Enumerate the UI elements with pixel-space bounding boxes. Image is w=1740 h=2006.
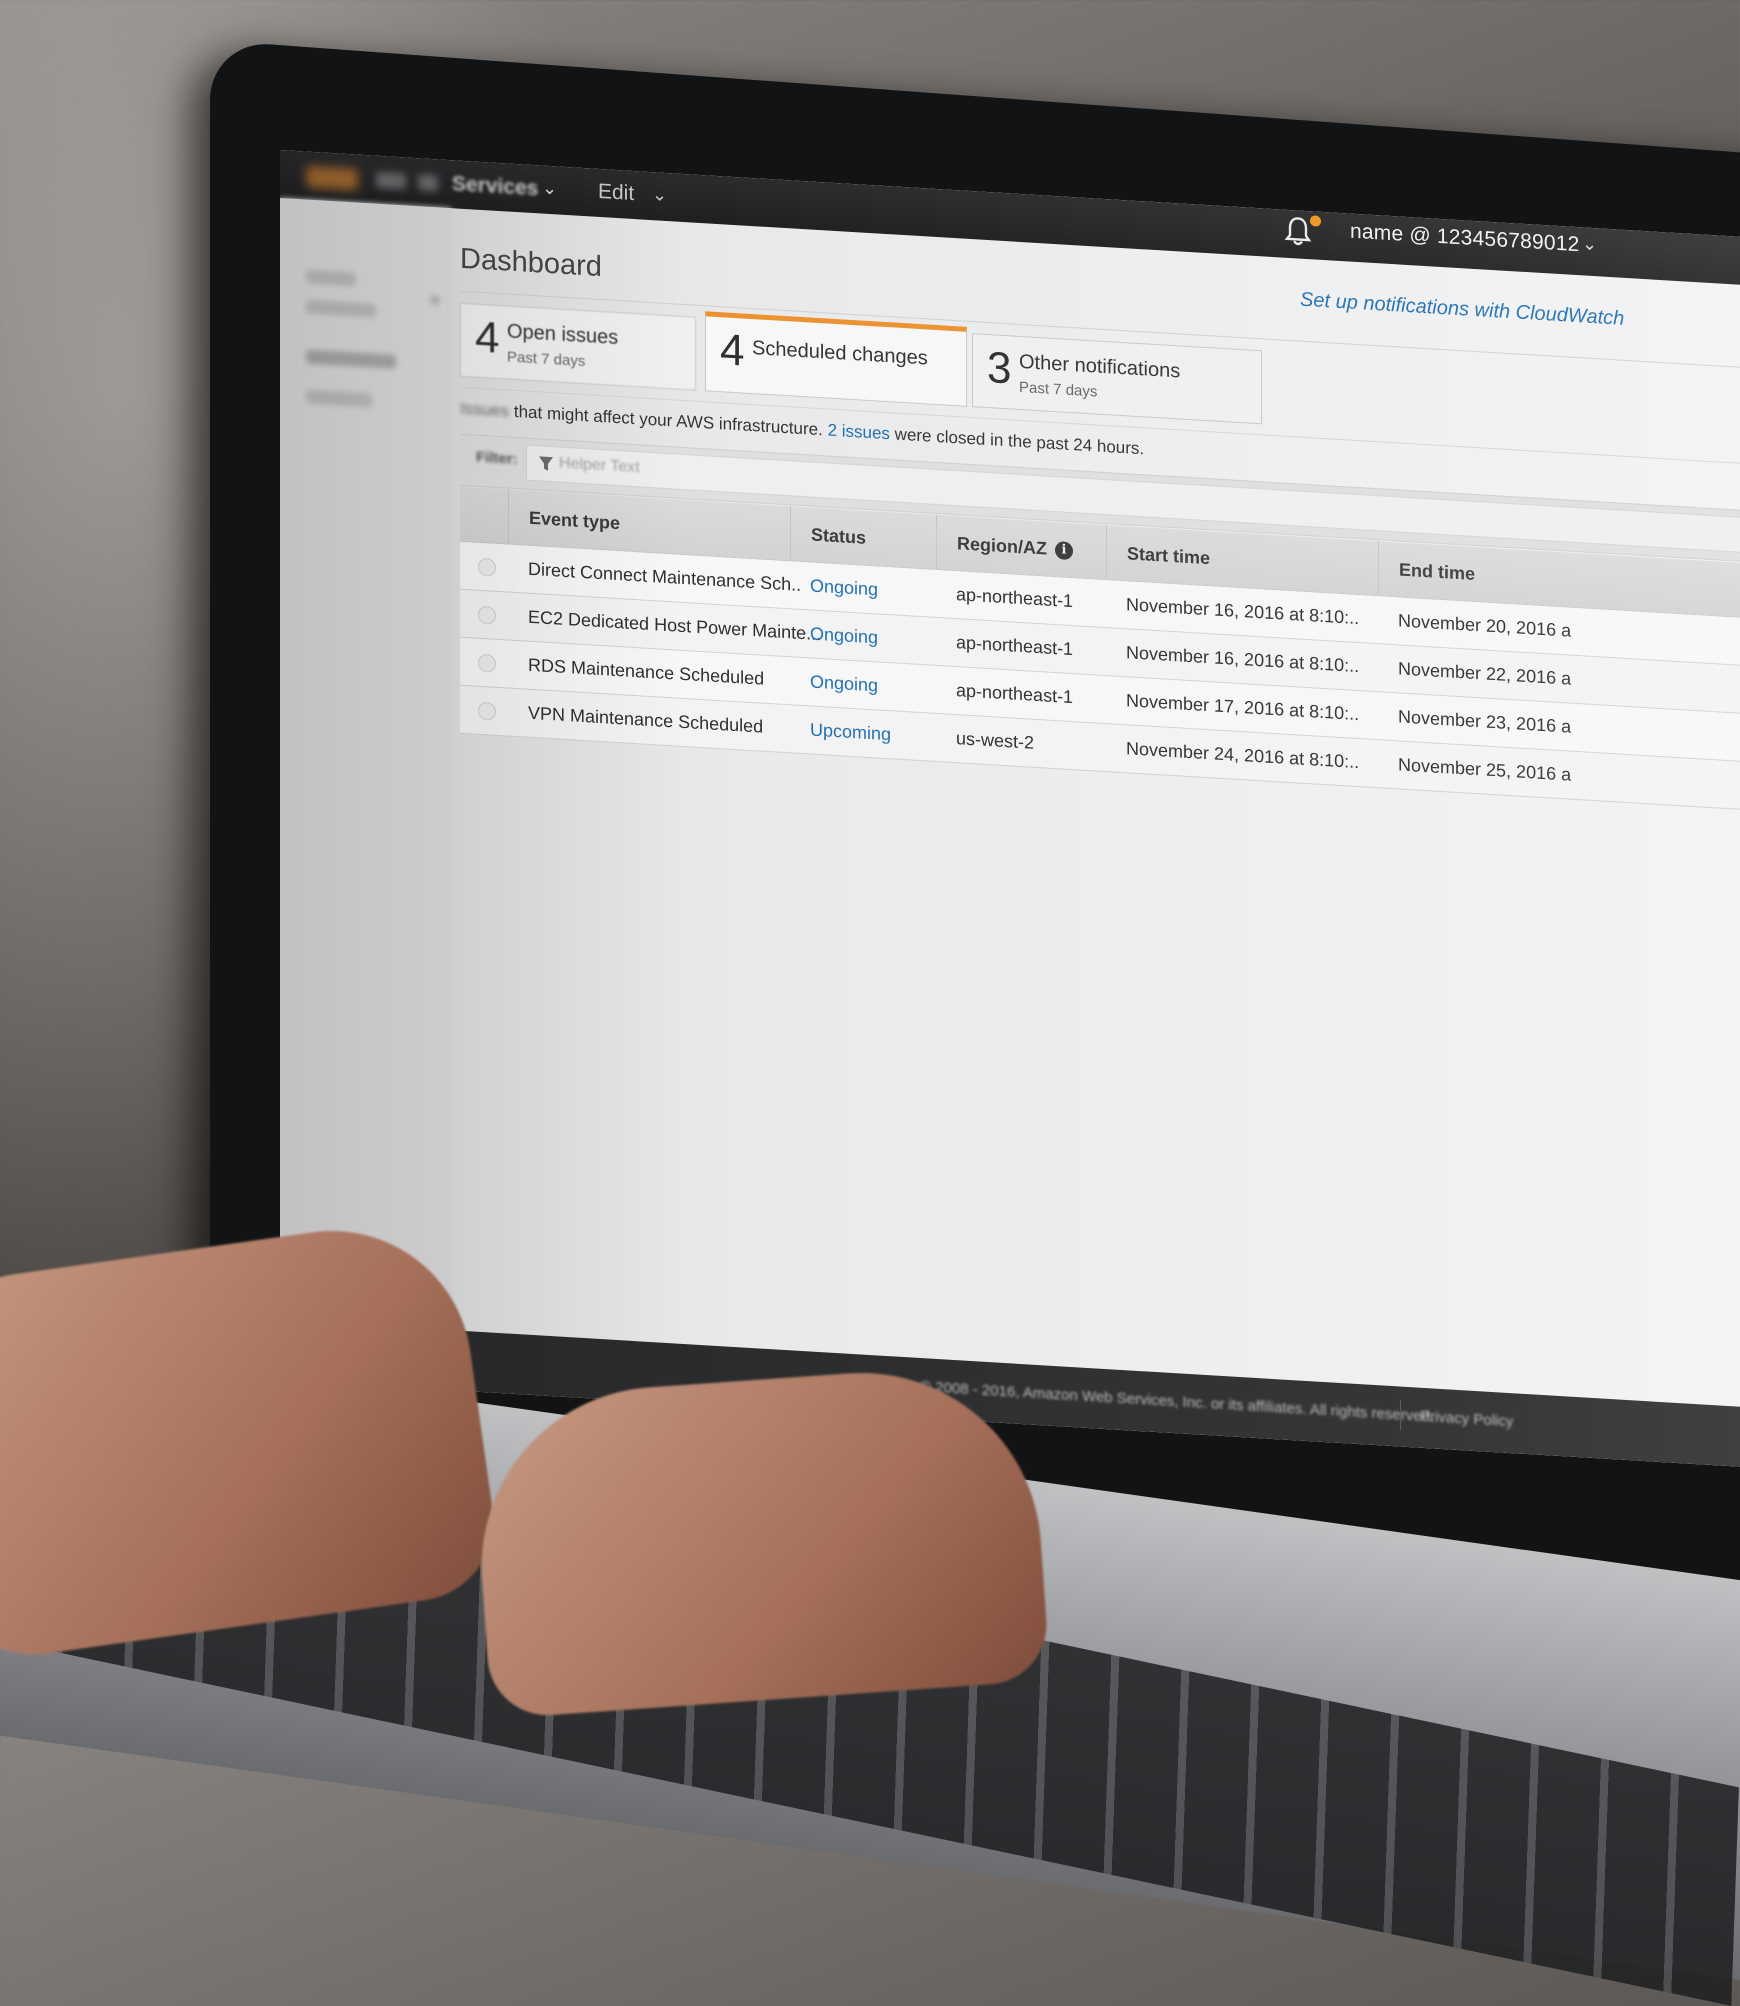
cell-status[interactable]: Upcoming	[790, 705, 936, 761]
services-menu[interactable]: Services	[452, 172, 538, 201]
cloudwatch-notifications-link[interactable]: Set up notifications with CloudWatch	[1300, 289, 1624, 331]
card-count: 4	[720, 325, 745, 376]
bell-icon[interactable]	[1284, 214, 1312, 250]
column-header-region[interactable]: Region/AZ i	[936, 514, 1106, 580]
scheduled-changes-card[interactable]: 4 Scheduled changes	[705, 311, 967, 407]
column-header-status[interactable]: Status	[790, 506, 936, 569]
chevron-down-icon[interactable]: ⌄	[652, 184, 667, 206]
cell-status[interactable]: Ongoing	[790, 609, 936, 665]
cell-status[interactable]: Ongoing	[790, 561, 936, 617]
footer-divider	[1400, 1400, 1401, 1431]
cell-status[interactable]: Ongoing	[790, 657, 936, 713]
row-select[interactable]	[460, 542, 508, 592]
filter-placeholder: Helper Text	[559, 454, 640, 477]
row-select[interactable]	[460, 638, 508, 688]
column-header-region-label: Region/AZ	[957, 533, 1047, 559]
closed-issues-link[interactable]: 2 issues	[828, 421, 890, 444]
nav-blurred-item	[376, 171, 406, 190]
row-radio[interactable]	[478, 557, 496, 577]
row-select[interactable]	[460, 686, 508, 736]
funnel-icon	[539, 456, 553, 471]
aws-logo[interactable]	[306, 165, 358, 191]
edit-menu[interactable]: Edit	[598, 180, 634, 206]
copyright-text: © 2008 - 2016, Amazon Web Services, Inc.…	[920, 1378, 1435, 1426]
filter-label: Filter:	[476, 448, 518, 469]
screen: Services ⌄ Edit ⌄ name @ 123456789012 ⌄ …	[280, 150, 1740, 1477]
chevron-down-icon[interactable]: ⌄	[1582, 233, 1597, 255]
row-select[interactable]	[460, 590, 508, 640]
sidebar-item[interactable]	[306, 349, 396, 369]
card-count: 4	[475, 312, 500, 364]
info-text-suffix: were closed in the past 24 hours.	[889, 424, 1145, 459]
select-column-header	[460, 487, 508, 544]
info-prefix: Issues	[460, 398, 510, 421]
chevron-down-icon[interactable]: ⌄	[542, 178, 557, 200]
sidebar	[280, 198, 451, 1391]
notification-dot	[1310, 215, 1321, 227]
info-icon[interactable]: i	[1055, 541, 1073, 561]
left-hand	[0, 1212, 504, 1668]
other-notifications-card[interactable]: 3 Other notifications Past 7 days	[972, 333, 1262, 425]
row-radio[interactable]	[478, 605, 496, 625]
privacy-policy-link[interactable]: Privacy Policy	[1420, 1408, 1513, 1431]
card-label: Open issues	[507, 320, 619, 350]
collapse-icon[interactable]	[430, 294, 440, 306]
row-radio[interactable]	[478, 653, 496, 673]
main-content: Dashboard Set up notifications with Clou…	[460, 209, 1740, 1417]
info-text: that might affect your AWS infrastructur…	[509, 401, 828, 440]
nav-blurred-item	[418, 174, 438, 192]
page-title-text: Dashboard	[460, 242, 602, 284]
cell-region: us-west-2	[956, 728, 1035, 753]
card-label: Other notifications	[1019, 350, 1181, 383]
page-title: Dashboard	[460, 243, 602, 284]
open-issues-card[interactable]: 4 Open issues Past 7 days	[460, 302, 696, 391]
sidebar-item[interactable]	[306, 269, 356, 287]
row-radio[interactable]	[478, 701, 496, 721]
card-label: Scheduled changes	[752, 337, 928, 370]
account-menu[interactable]: name @ 123456789012	[1350, 220, 1579, 258]
sidebar-item[interactable]	[306, 389, 372, 408]
sidebar-item[interactable]	[306, 299, 376, 318]
card-count: 3	[987, 343, 1012, 394]
card-sublabel: Past 7 days	[507, 348, 586, 371]
card-sublabel: Past 7 days	[1019, 378, 1098, 401]
